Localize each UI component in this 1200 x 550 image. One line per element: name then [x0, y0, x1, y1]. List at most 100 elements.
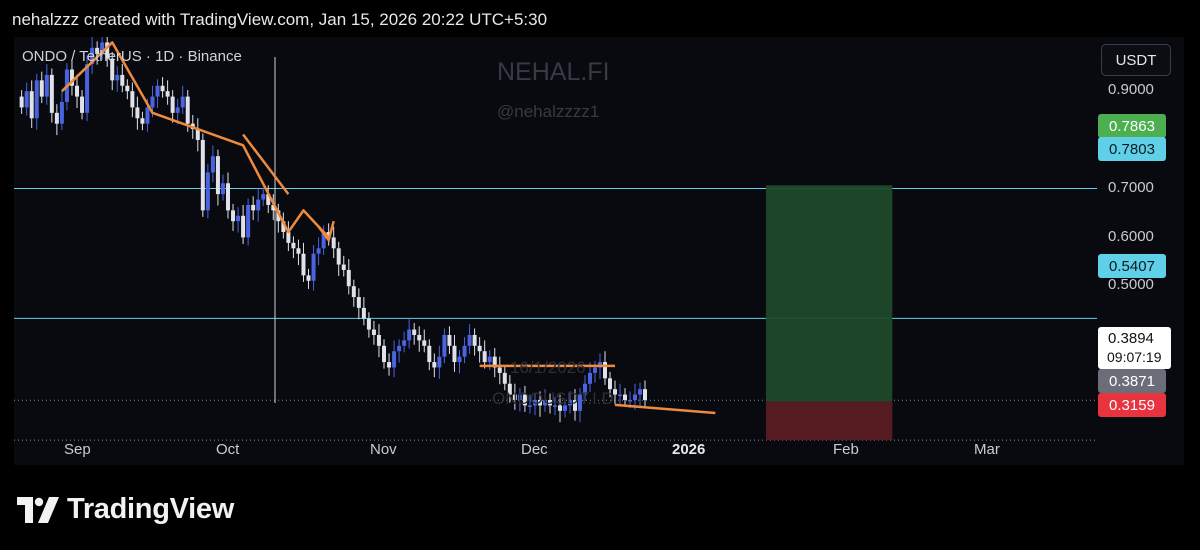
tradingview-logo-icon: [17, 496, 59, 523]
candle-body: [291, 242, 296, 249]
candle-body: [356, 297, 361, 308]
candle-body: [472, 334, 477, 346]
chart-attribution-header: nehalzzz created with TradingView.com, J…: [12, 10, 548, 29]
candle-body: [160, 85, 165, 92]
candle-body: [316, 248, 321, 254]
x-tick-label: Sep: [64, 441, 91, 458]
y-tick-label: 0.7000: [1108, 179, 1154, 196]
candle-body: [638, 389, 642, 395]
candle-body: [175, 107, 180, 113]
candle-body: [593, 367, 597, 373]
candle-body: [150, 96, 155, 108]
candle-body: [351, 286, 356, 298]
candle-body: [39, 80, 44, 97]
candle-body: [376, 334, 381, 346]
candle-body: [210, 156, 215, 173]
symbol-title: ONDO / TetherUS · 1D · Binance: [22, 48, 242, 65]
candle-body: [643, 389, 647, 400]
candle-body: [442, 334, 447, 357]
candle-body: [397, 345, 402, 352]
candle-body: [366, 318, 371, 330]
candle-body: [180, 96, 185, 108]
candle-body: [407, 329, 412, 341]
x-tick-label: Nov: [370, 441, 397, 458]
tradingview-logo: TradingView: [17, 493, 234, 526]
candle-body: [125, 85, 130, 92]
zigzag-annotation: [61, 41, 330, 239]
candle-body: [452, 345, 457, 363]
candle-body: [392, 351, 397, 368]
brand-watermark: NEHAL.FI: [497, 58, 610, 86]
mid-level-badge: 0.5407: [1098, 254, 1166, 278]
candle-body: [336, 248, 341, 265]
current-price-value: 0.3894: [1108, 330, 1154, 347]
candle-body: [477, 345, 482, 352]
tradingview-wordmark: TradingView: [67, 493, 234, 525]
candle-body: [130, 91, 135, 108]
candle-body: [19, 96, 24, 108]
stop-loss-zone: [765, 401, 893, 441]
candle-body: [170, 96, 175, 113]
support-trendline: [614, 403, 716, 415]
candle-body: [44, 74, 49, 97]
candle-body: [603, 362, 607, 379]
target-price-badge: 0.7863: [1098, 114, 1166, 138]
candle-body: [54, 112, 59, 124]
candle-body: [34, 80, 39, 119]
candle-body: [633, 394, 637, 400]
x-tick-label: Mar: [974, 441, 1000, 458]
date-watermark: 16/1/2026: [510, 358, 586, 377]
candle-body: [246, 204, 251, 238]
candle-body: [427, 345, 432, 363]
candle-body: [467, 334, 472, 346]
candle-body: [135, 107, 140, 119]
candle-body: [59, 102, 64, 124]
y-tick-label: 0.6000: [1108, 228, 1154, 245]
candle-body: [371, 329, 376, 335]
candle-body: [286, 232, 291, 243]
candle-body: [231, 210, 236, 222]
candle-body: [301, 253, 306, 276]
handle-watermark: @nehalzzzz1: [497, 102, 600, 121]
candle-body: [251, 204, 256, 211]
candle-body: [205, 172, 210, 211]
candle-body: [608, 378, 612, 390]
x-tick-label: Dec: [521, 441, 548, 458]
candle-body: [497, 367, 502, 373]
ticker-watermark: ONDOUSDT.I.D: [492, 389, 614, 408]
candle-body: [220, 183, 225, 195]
candle-body: [145, 107, 150, 124]
candle-body: [75, 85, 79, 97]
currency-button[interactable]: USDT: [1101, 44, 1171, 76]
candle-body: [417, 334, 422, 341]
candle-body: [85, 64, 90, 113]
x-tick-label: Feb: [833, 441, 859, 458]
candle-body: [115, 74, 120, 81]
x-tick-label: Oct: [216, 441, 240, 458]
trend-arrow-annotation: [242, 133, 290, 195]
entry-price-badge: 0.3871: [1098, 369, 1166, 393]
candle-body: [628, 399, 632, 402]
candle-body: [487, 356, 492, 363]
candle-body: [120, 74, 125, 86]
candle-body: [412, 329, 417, 335]
candle-body: [256, 199, 261, 211]
candle-body: [387, 362, 392, 368]
candle-body: [623, 394, 627, 400]
candle-body: [618, 394, 622, 397]
candle-body: [185, 96, 190, 124]
candle-body: [226, 183, 230, 211]
candle-body: [165, 91, 170, 97]
candle-body: [80, 96, 85, 113]
candle-body: [261, 194, 266, 200]
bar-countdown: 09:07:19: [1107, 349, 1162, 365]
candle-body: [306, 275, 311, 281]
x-tick-label: 2026: [672, 441, 706, 458]
candle-body: [437, 356, 442, 368]
candle-body: [331, 237, 336, 249]
candle-body: [502, 372, 507, 384]
candle-body: [241, 215, 246, 238]
candle-body: [462, 345, 467, 357]
candle-body: [140, 118, 145, 124]
candle-body: [29, 91, 34, 119]
